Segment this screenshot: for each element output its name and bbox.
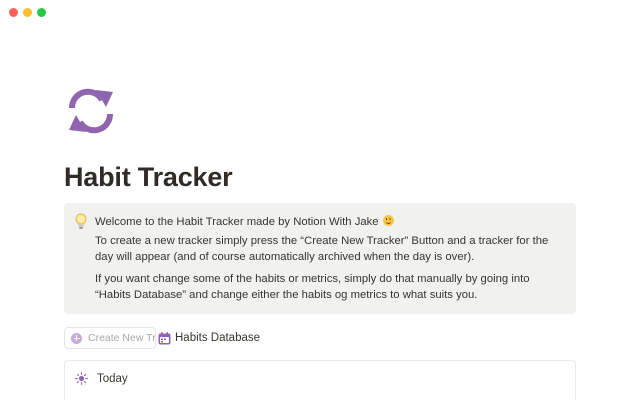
smiling-face-icon [382, 215, 394, 226]
plus-circle-icon [71, 332, 82, 344]
view-tab-today[interactable]: Today [75, 372, 128, 385]
callout-paragraph-instructions: To create a new tracker simply press the… [95, 235, 549, 263]
linked-database-view: Today [64, 360, 576, 400]
sync-arrows-icon[interactable] [66, 88, 116, 134]
minimize-window-button[interactable] [23, 8, 32, 17]
action-bar: Create New Tr... Habits Database [64, 327, 260, 349]
view-label-today: Today [97, 372, 128, 385]
page-title[interactable]: Habit Tracker [64, 162, 233, 193]
welcome-callout: Welcome to the Habit Tracker made by Not… [64, 203, 576, 314]
zoom-window-button[interactable] [37, 8, 46, 17]
habits-database-label: Habits Database [175, 332, 261, 344]
close-window-button[interactable] [9, 8, 18, 17]
lightbulb-icon [74, 213, 88, 231]
window-controls [9, 8, 46, 17]
create-new-tracker-button[interactable]: Create New Tr... [64, 327, 156, 349]
callout-paragraph-welcome: Welcome to the Habit Tracker made by Not… [95, 214, 565, 230]
create-new-tracker-label: Create New Tr... [88, 332, 156, 344]
calendar-icon [158, 331, 171, 345]
sun-icon [75, 372, 88, 385]
callout-paragraph-customize: If you want change some of the habits or… [95, 273, 530, 301]
habits-database-link[interactable]: Habits Database [158, 331, 261, 345]
